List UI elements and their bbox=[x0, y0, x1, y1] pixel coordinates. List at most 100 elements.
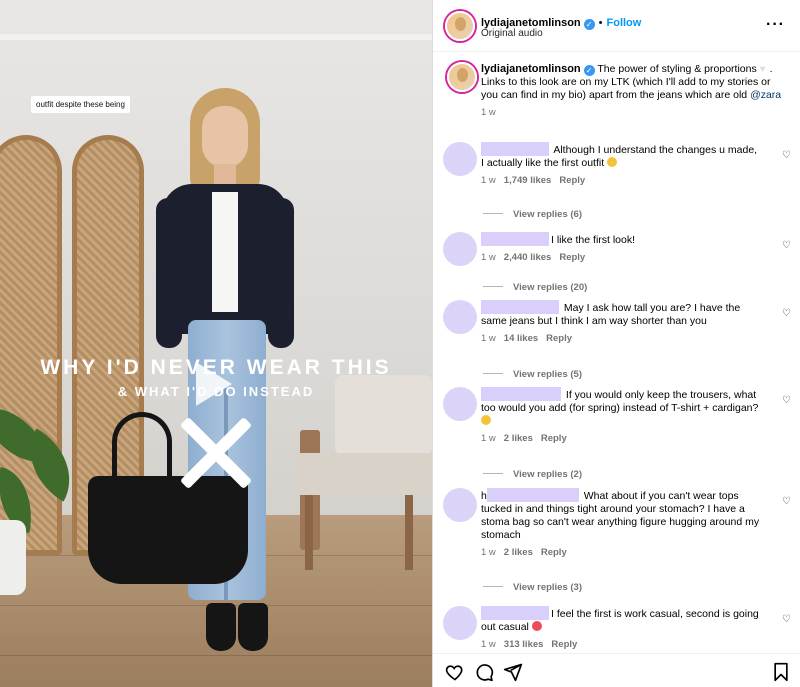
heart-eyes-emoji-icon bbox=[531, 621, 542, 631]
comment-text-row: May I ask how tall you are? I have the s… bbox=[481, 300, 761, 328]
comment-meta: 1 w 313 likes Reply bbox=[481, 639, 761, 650]
comment-body: Although I understand the changes u made… bbox=[481, 142, 761, 186]
heart-icon[interactable]: ♡ bbox=[782, 395, 791, 406]
caption-time: 1 w bbox=[481, 107, 496, 118]
comment-time: 1 w bbox=[481, 333, 496, 344]
comment-meta: 1 w 2 likes Reply bbox=[481, 433, 761, 444]
caption-text-a: The power of styling & proportions bbox=[597, 63, 757, 75]
post-sidebar: lydiajanetomlinson ✓ • Follow Original audi… bbox=[432, 0, 800, 687]
redacted-username bbox=[481, 606, 549, 620]
separator-dot: • bbox=[598, 17, 603, 29]
heart-icon[interactable] bbox=[445, 662, 465, 682]
post-header: lydiajanetomlinson ✓ • Follow Original audi… bbox=[433, 0, 800, 52]
comment-text: I like the first look! bbox=[551, 234, 636, 246]
comment-time: 1 w bbox=[481, 433, 496, 444]
share-icon[interactable] bbox=[503, 662, 523, 682]
redacted-username bbox=[481, 300, 559, 314]
heart-icon[interactable]: ♡ bbox=[782, 150, 791, 161]
plant-pot bbox=[0, 520, 26, 595]
comment-meta: 1 w 14 likes Reply bbox=[481, 333, 761, 344]
ceiling-moulding bbox=[0, 34, 432, 40]
redacted-username bbox=[481, 232, 549, 246]
comment-body: I feel the first is work casual, second … bbox=[481, 606, 761, 650]
comment-body: If you would only keep the trousers, wha… bbox=[481, 387, 761, 444]
comment-meta: 1 w 2 likes Reply bbox=[481, 547, 761, 558]
comment-body: h What about if you can't wear tops tuck… bbox=[481, 488, 761, 558]
reply-button[interactable]: Reply bbox=[541, 433, 567, 444]
view-replies-button[interactable]: View replies (3) bbox=[483, 582, 582, 593]
view-replies-button[interactable]: View replies (2) bbox=[483, 469, 582, 480]
comment-likes[interactable]: 2 likes bbox=[504, 433, 533, 444]
commenter-avatar[interactable] bbox=[443, 387, 477, 421]
action-bar bbox=[433, 653, 800, 687]
redacted-username bbox=[481, 142, 549, 156]
audio-label[interactable]: Original audio bbox=[481, 28, 543, 39]
reply-button[interactable]: Reply bbox=[559, 175, 585, 186]
more-options-icon[interactable]: ··· bbox=[766, 16, 785, 34]
caption-username[interactable]: lydiajanetomlinson bbox=[481, 63, 581, 75]
reply-button[interactable]: Reply bbox=[559, 252, 585, 263]
follow-button[interactable]: Follow bbox=[607, 17, 642, 29]
comment-time: 1 w bbox=[481, 639, 496, 650]
comment-likes[interactable]: 14 likes bbox=[504, 333, 538, 344]
author-avatar[interactable] bbox=[445, 11, 475, 41]
verified-badge-icon: ✓ bbox=[583, 65, 595, 76]
comment-meta: 1 w 1,749 likes Reply bbox=[481, 175, 761, 186]
comment-body: May I ask how tall you are? I have the s… bbox=[481, 300, 761, 344]
comments-list[interactable]: lydiajanetomlinson ✓ The power of styling… bbox=[433, 52, 800, 653]
face bbox=[202, 106, 248, 168]
black-tote-bag bbox=[88, 476, 248, 584]
commenter-avatar[interactable] bbox=[443, 488, 477, 522]
armchair bbox=[295, 375, 432, 575]
comment-icon[interactable] bbox=[474, 662, 494, 682]
comment-text-row: Although I understand the changes u made… bbox=[481, 142, 761, 170]
heart-icon[interactable]: ♡ bbox=[782, 496, 791, 507]
video-text-overlay: outfit despite these being bbox=[31, 96, 130, 113]
comment-text-row: I feel the first is work casual, second … bbox=[481, 606, 761, 634]
smile-emoji-icon bbox=[607, 157, 618, 167]
comment-likes[interactable]: 2 likes bbox=[504, 547, 533, 558]
comment-body: I like the first look! 1 w 2,440 likes Rep… bbox=[481, 232, 761, 263]
view-replies-button[interactable]: View replies (6) bbox=[483, 209, 582, 220]
bookmark-icon[interactable] bbox=[771, 662, 791, 682]
white-heart-emoji-icon: ♥ bbox=[759, 64, 766, 75]
comment-text-row: I like the first look! bbox=[481, 232, 761, 247]
white-tshirt bbox=[212, 192, 238, 312]
reply-button[interactable]: Reply bbox=[551, 639, 577, 650]
verified-badge-icon: ✓ bbox=[583, 19, 595, 30]
reel-video[interactable]: outfit despite these being WHY I'D NEVER… bbox=[0, 0, 432, 687]
heart-icon[interactable]: ♡ bbox=[782, 240, 791, 251]
commenter-avatar[interactable] bbox=[443, 606, 477, 640]
chair-seat bbox=[295, 453, 432, 495]
reply-button[interactable]: Reply bbox=[546, 333, 572, 344]
commenter-avatar[interactable] bbox=[443, 300, 477, 334]
reply-button[interactable]: Reply bbox=[541, 547, 567, 558]
cross-mark-icon bbox=[177, 414, 255, 492]
smile-emoji-icon bbox=[481, 415, 491, 425]
chair-leg bbox=[405, 495, 413, 570]
comment-likes[interactable]: 313 likes bbox=[504, 639, 544, 650]
commenter-avatar[interactable] bbox=[443, 142, 477, 176]
comment-likes[interactable]: 2,440 likes bbox=[504, 252, 552, 263]
view-replies-button[interactable]: View replies (5) bbox=[483, 369, 582, 380]
comment-time: 1 w bbox=[481, 175, 496, 186]
caption-author-avatar[interactable] bbox=[447, 62, 477, 92]
comment-text-row: If you would only keep the trousers, wha… bbox=[481, 387, 761, 428]
comment-time: 1 w bbox=[481, 252, 496, 263]
caption-body: lydiajanetomlinson ✓ The power of styling… bbox=[481, 63, 787, 118]
redacted-username bbox=[486, 488, 579, 502]
comment-text-row: h What about if you can't wear tops tuck… bbox=[481, 488, 761, 542]
commenter-avatar[interactable] bbox=[443, 232, 477, 266]
heart-icon[interactable]: ♡ bbox=[782, 614, 791, 625]
caption-text: lydiajanetomlinson ✓ The power of styling… bbox=[481, 63, 787, 102]
play-icon[interactable] bbox=[196, 362, 232, 406]
comment-likes[interactable]: 1,749 likes bbox=[504, 175, 552, 186]
black-flat-shoe bbox=[238, 603, 268, 651]
redacted-username bbox=[481, 387, 561, 401]
mention-link[interactable]: @zara bbox=[750, 89, 781, 101]
comment-time: 1 w bbox=[481, 547, 496, 558]
view-replies-button[interactable]: View replies (20) bbox=[483, 282, 587, 293]
black-flat-shoe bbox=[206, 603, 236, 651]
comment-meta: 1 w 2,440 likes Reply bbox=[481, 252, 761, 263]
heart-icon[interactable]: ♡ bbox=[782, 308, 791, 319]
